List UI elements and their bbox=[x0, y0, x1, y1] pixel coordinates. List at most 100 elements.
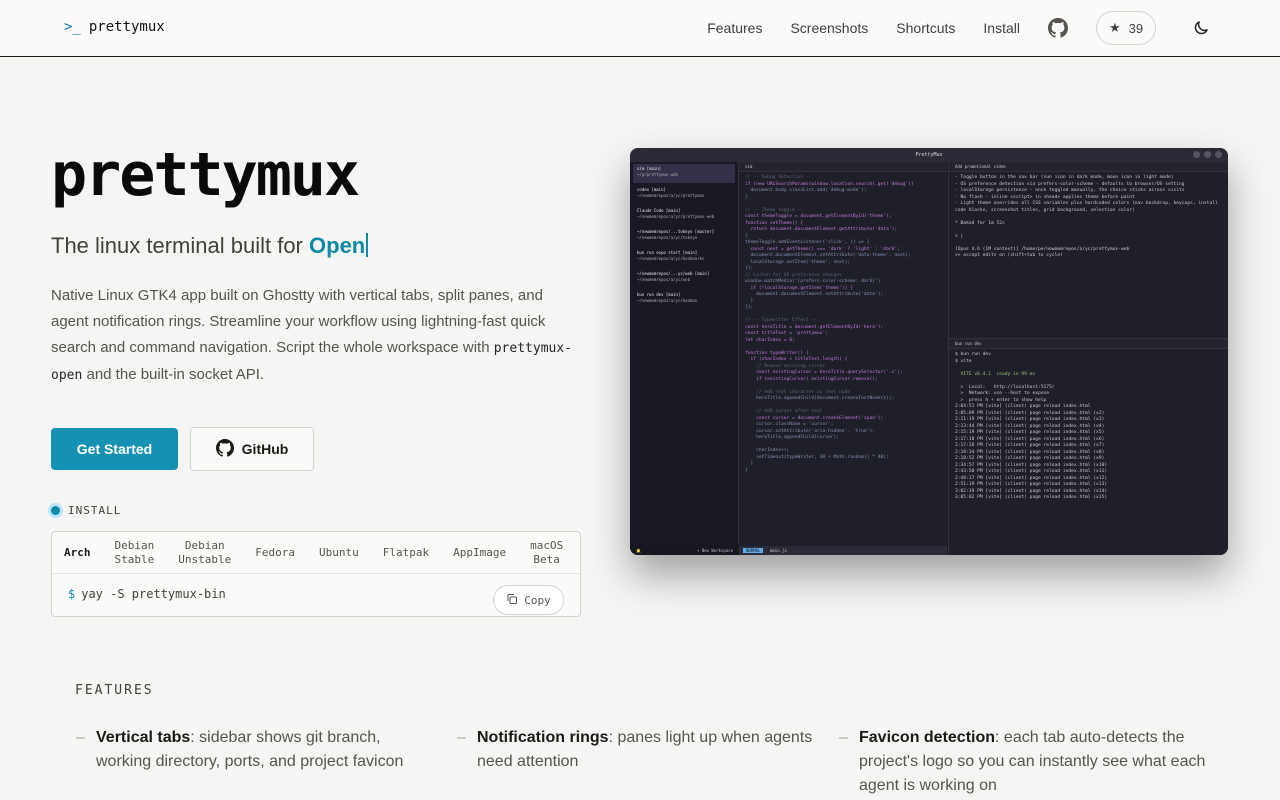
agent-tab: Add promotional video bbox=[949, 162, 1228, 172]
agent-output: - Toggle button in the nav bar (sun icon… bbox=[949, 172, 1228, 263]
nav-links: Features Screenshots Shortcuts Install ★… bbox=[707, 0, 1280, 56]
sidebar-workspace-item: Claude Code [main] ~/newmemrepos/a/yc/pre… bbox=[633, 206, 735, 225]
vim-mode: NORMAL bbox=[743, 548, 764, 553]
feature-title: Vertical tabs bbox=[96, 729, 191, 746]
github-icon bbox=[215, 438, 234, 460]
install-tab-line1: Debian bbox=[184, 538, 225, 552]
workspace-path: ~/newmemrepos/a/yc/tokeyo bbox=[637, 235, 698, 240]
shell-prompt: $ bbox=[68, 587, 76, 601]
install-dot bbox=[51, 506, 60, 515]
feature-title: Notification rings bbox=[477, 729, 609, 746]
sidebar-workspace-item: vim [main] ~/p/prettymux-web bbox=[633, 164, 735, 183]
bell-icon: 🔔 bbox=[636, 548, 641, 553]
install-tab-debian-unstable[interactable]: Debian Unstable bbox=[166, 539, 243, 567]
sidebar-workspace-item: ~/newmemrepos/...tokeyo [master] ~/newmem… bbox=[633, 227, 735, 246]
editor-code: // -- Debug detection -- if (new URLSearc… bbox=[739, 172, 947, 477]
install-tab-line2: Stable bbox=[114, 552, 155, 566]
nav-link-features[interactable]: Features bbox=[707, 20, 762, 36]
editor-tab: vim bbox=[739, 162, 947, 172]
install-tab-line1: Ubuntu bbox=[318, 545, 359, 559]
install-tab-line2: Unstable bbox=[178, 552, 232, 566]
nav-link-screenshots[interactable]: Screenshots bbox=[790, 20, 868, 36]
install-tab-line1: Debian bbox=[114, 538, 155, 552]
install-tab-flatpak[interactable]: Flatpak bbox=[371, 546, 441, 560]
install-tab-appimage[interactable]: AppImage bbox=[441, 546, 518, 560]
install-tab-debian-stable[interactable]: Debian Stable bbox=[103, 539, 167, 567]
editor-pane: vim // -- Debug detection -- if (new URLS… bbox=[739, 162, 947, 555]
workspace-path: ~/newmemrepos/a/yc/bookmarks bbox=[637, 256, 705, 261]
workspace-path: ~/newmemrepos/a/yc/prettymux bbox=[637, 193, 705, 198]
get-started-button[interactable]: Get Started bbox=[51, 428, 178, 470]
new-workspace-button: + New Workspace bbox=[696, 548, 733, 553]
desc-text-1: Native Linux GTK4 app built on Ghostty w… bbox=[51, 287, 546, 356]
install-label: INSTALL bbox=[51, 504, 121, 517]
copy-button[interactable]: Copy bbox=[493, 585, 564, 615]
install-tab-line1: Flatpak bbox=[382, 545, 430, 559]
dash-marker: – bbox=[839, 729, 848, 746]
copy-label: Copy bbox=[524, 593, 551, 607]
editor-statusbar: NORMAL main.js bbox=[739, 546, 947, 555]
star-icon: ★ bbox=[1108, 20, 1121, 35]
github-stars-button[interactable]: ★ 39 bbox=[1096, 11, 1156, 45]
star-count: 39 bbox=[1128, 20, 1144, 36]
nav-link-shortcuts[interactable]: Shortcuts bbox=[896, 20, 955, 36]
install-tab-fedora[interactable]: Fedora bbox=[243, 546, 307, 560]
workspace-path: ~/p/prettymux-web bbox=[637, 172, 678, 177]
github-button-label: GitHub bbox=[241, 441, 289, 457]
status-file: main.js bbox=[769, 548, 787, 553]
dev-server-output: $ bun run dev $ vite VITE v6.4.1 ready in… bbox=[949, 349, 1228, 505]
install-tab-ubuntu[interactable]: Ubuntu bbox=[307, 546, 371, 560]
window-controls bbox=[1193, 151, 1222, 158]
install-command[interactable]: $ yay -S prettymux-bin bbox=[68, 587, 226, 601]
hero-subtitle: The linux terminal built for Open bbox=[51, 233, 369, 259]
dev-server-tab: bun run dev bbox=[949, 339, 1228, 349]
nav-link-install[interactable]: Install bbox=[983, 20, 1020, 36]
sidebar-workspace-item: bun run expo start [main] ~/newmemrepos/a… bbox=[633, 248, 735, 267]
moon-icon[interactable] bbox=[1192, 19, 1210, 37]
install-label-text: INSTALL bbox=[68, 504, 122, 517]
text-line: - Light theme overrides all CSS variable… bbox=[955, 201, 1218, 213]
workspace-sidebar: vim [main] ~/p/prettymux-web codex [main] ~… bbox=[630, 162, 739, 555]
workspace-path: ~/newmemrepos/a/yc/kanban bbox=[637, 298, 698, 303]
feature-notification-rings: – Notification rings: panes light up whe… bbox=[457, 726, 827, 774]
install-tabs: Arch Debian Stable Debian Unstable Fedora Ubun… bbox=[52, 532, 580, 574]
workspace-path: ~/newmemrepos/a/yc/prettymux-web bbox=[637, 214, 715, 219]
text-line: >> accept edits on (shift+tab to cycle) bbox=[955, 253, 1063, 258]
window-title: PrettyMux bbox=[915, 152, 943, 158]
text-line: 3:05:02 PM [vite] (client) page reload i… bbox=[955, 495, 1108, 500]
install-tab-macos-beta[interactable]: macOS Beta bbox=[518, 539, 575, 567]
install-tab-line2: Beta bbox=[533, 552, 560, 566]
desc-text-2: and the built-in socket API. bbox=[86, 366, 265, 383]
agent-pane: Add promotional video - Toggle button in… bbox=[948, 162, 1228, 352]
feature-title: Favicon detection bbox=[859, 729, 996, 746]
logo[interactable]: >_ prettymux bbox=[64, 19, 165, 35]
install-tab-line1: AppImage bbox=[453, 545, 507, 559]
sidebar-footer: 🔔 + New Workspace bbox=[630, 545, 739, 555]
copy-icon bbox=[506, 593, 518, 608]
install-command-text: yay -S prettymux-bin bbox=[81, 587, 226, 601]
sidebar-workspace-item: codex [main] ~/newmemrepos/a/yc/prettymux bbox=[633, 185, 735, 204]
install-tab-arch[interactable]: Arch bbox=[52, 546, 103, 560]
dash-marker: – bbox=[457, 729, 466, 746]
dev-server-pane: bun run dev $ bun run dev $ vite VITE v6.… bbox=[948, 338, 1228, 555]
sidebar-workspace-item: ~/newmemrepos/...yc/web [main] ~/newmemre… bbox=[633, 269, 735, 288]
github-icon[interactable] bbox=[1048, 17, 1070, 39]
sidebar-list: vim [main] ~/p/prettymux-web codex [main] ~… bbox=[630, 164, 738, 309]
github-button[interactable]: GitHub bbox=[190, 427, 314, 471]
features-heading: FEATURES bbox=[75, 683, 154, 698]
subtitle-prefix: The linux terminal built for bbox=[51, 233, 303, 258]
close-icon bbox=[1215, 151, 1222, 158]
workspace-path: ~/newmemrepos/a/yc/web bbox=[637, 277, 690, 282]
logo-text: prettymux bbox=[88, 19, 165, 35]
dash-marker: – bbox=[76, 729, 85, 746]
minimize-icon bbox=[1193, 151, 1200, 158]
install-box: Arch Debian Stable Debian Unstable Fedora Ubun… bbox=[51, 531, 581, 617]
hero-description: Native Linux GTK4 app built on Ghostty w… bbox=[51, 283, 581, 389]
feature-vertical-tabs: – Vertical tabs: sidebar shows git branc… bbox=[76, 726, 436, 774]
install-tab-line1: Fedora bbox=[255, 545, 295, 559]
subtitle-highlight: Open bbox=[309, 233, 366, 258]
feature-favicon-detection: – Favicon detection: each tab auto-detec… bbox=[839, 726, 1209, 798]
text-line: } bbox=[745, 467, 748, 473]
install-tab-line1: Arch bbox=[64, 545, 91, 559]
install-tab-line1: macOS bbox=[530, 538, 564, 552]
